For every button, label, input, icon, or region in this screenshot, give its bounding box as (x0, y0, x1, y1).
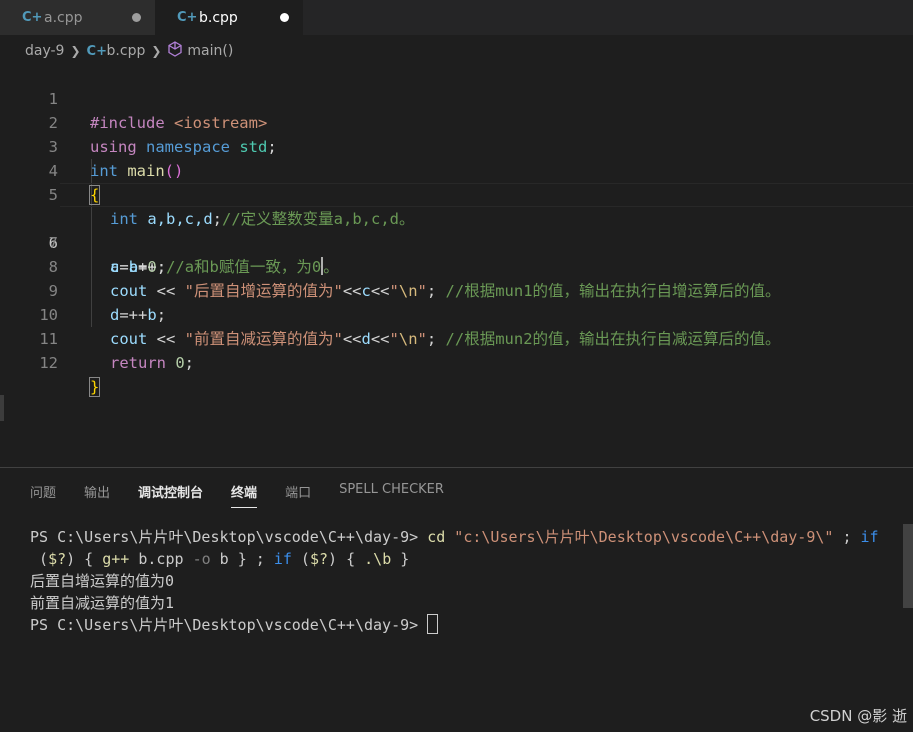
panel-tabs: 问题 输出 调试控制台 终端 端口 SPELL CHECKER (30, 482, 472, 508)
cpp-file-icon: C+ (22, 10, 43, 25)
terminal-prompt: PS C:\Users\片片叶\Desktop\vscode\C++\day-9… (30, 528, 428, 546)
terminal-prompt: PS C:\Users\片片叶\Desktop\vscode\C++\day-9… (30, 616, 428, 634)
code-line: 12 } (0, 327, 913, 397)
terminal-token: if (860, 528, 879, 546)
code-line: 3 int main() (0, 111, 913, 180)
terminal-token: b.cpp (129, 550, 193, 568)
code-line: 4 { (0, 135, 913, 205)
tab-bar: C+ a.cpp C+ b.cpp (0, 0, 913, 35)
code-token: ; (184, 354, 195, 372)
breadcrumb: day-9 ❯ C+ b.cpp ❯ main() (25, 40, 233, 62)
unsaved-dot-icon[interactable] (132, 13, 141, 22)
code-line: 2 using namespace std; (0, 87, 913, 156)
terminal-output[interactable]: PS C:\Users\片片叶\Desktop\vscode\C++\day-9… (30, 526, 900, 636)
panel-tab-problems[interactable]: 问题 (30, 482, 56, 508)
code-line: 1 #include <iostream> (0, 63, 913, 132)
code-line: 10 cout << "前置自减运算的值为"<<d<<"\n"; //根据mun… (0, 279, 913, 348)
code-line: 7 c=a++; (0, 207, 913, 276)
tab-b-cpp[interactable]: C+ b.cpp (155, 0, 303, 35)
bottom-panel: 问题 输出 调试控制台 终端 端口 SPELL CHECKER PS C:\Us… (0, 467, 913, 732)
terminal-token: if (273, 550, 292, 568)
terminal-token: ) { (66, 550, 103, 568)
code-token: return (110, 354, 166, 372)
code-line: 9 d=++b; (0, 255, 913, 324)
current-line-highlight (60, 183, 913, 207)
watermark: CSDN @影 逝 (809, 707, 907, 725)
code-line-current: 6 a=b=0;//a和b赋值一致，为0。 (0, 183, 913, 276)
terminal-line: ($?) { g++ b.cpp -o b } ; if ($?) { .\b … (30, 548, 900, 570)
terminal-token: } (391, 550, 410, 568)
terminal-token: b } ; (210, 550, 274, 568)
tab-label: b.cpp (199, 9, 238, 26)
terminal-line: 后置自增运算的值为0 (30, 572, 175, 590)
terminal-token: ) { (328, 550, 365, 568)
terminal-token: ( (30, 550, 49, 568)
unsaved-dot-icon[interactable] (280, 13, 289, 22)
breadcrumb-symbol[interactable]: main() (187, 43, 233, 59)
terminal-token: $? (309, 550, 329, 568)
code-token: } (88, 377, 101, 397)
panel-tab-terminal[interactable]: 终端 (231, 482, 258, 508)
panel-tab-debug-console[interactable]: 调试控制台 (138, 482, 203, 508)
tab-a-cpp[interactable]: C+ a.cpp (0, 0, 155, 35)
code-line: 5 int a,b,c,d;//定义整数变量a,b,c,d。 (0, 159, 913, 228)
panel-tab-ports[interactable]: 端口 (285, 482, 311, 508)
terminal-token: cd (427, 528, 446, 546)
line-number: 12 (39, 354, 58, 372)
terminal-line: PS C:\Users\片片叶\Desktop\vscode\C++\day-9… (30, 526, 900, 548)
terminal-line: 前置自减运算的值为1 (30, 594, 175, 612)
terminal-scrollbar[interactable] (903, 524, 913, 608)
terminal-line: PS C:\Users\片片叶\Desktop\vscode\C++\day-9… (30, 614, 900, 636)
terminal-token: .\b (364, 550, 392, 568)
code-token: 0 (166, 354, 185, 372)
cpp-file-icon: C+ (86, 43, 107, 59)
terminal-token: ( (291, 550, 310, 568)
code-line: 11 return 0; (0, 303, 913, 372)
method-cube-icon (167, 41, 183, 61)
tab-label: a.cpp (44, 9, 83, 26)
chevron-right-icon: ❯ (151, 44, 162, 58)
cpp-file-icon: C+ (177, 10, 198, 25)
terminal-token: g++ (102, 550, 130, 568)
panel-tab-output[interactable]: 输出 (84, 482, 110, 508)
code-editor[interactable]: 1 #include <iostream> 2 using namespace … (0, 63, 913, 453)
breadcrumb-folder[interactable]: day-9 (25, 43, 64, 59)
terminal-token: "c:\Users\片片叶\Desktop\vscode\C++\day-9\" (445, 528, 834, 546)
panel-tab-spell-checker[interactable]: SPELL CHECKER (339, 482, 444, 508)
terminal-token: $? (48, 550, 67, 568)
chevron-right-icon: ❯ (70, 44, 81, 58)
code-line: 8 cout << "后置自增运算的值为"<<c<<"\n"; //根据mun1… (0, 231, 913, 300)
terminal-cursor (427, 614, 439, 634)
terminal-token: -o (192, 550, 211, 568)
terminal-token: ; (833, 528, 861, 546)
breadcrumb-file[interactable]: b.cpp (107, 43, 146, 59)
